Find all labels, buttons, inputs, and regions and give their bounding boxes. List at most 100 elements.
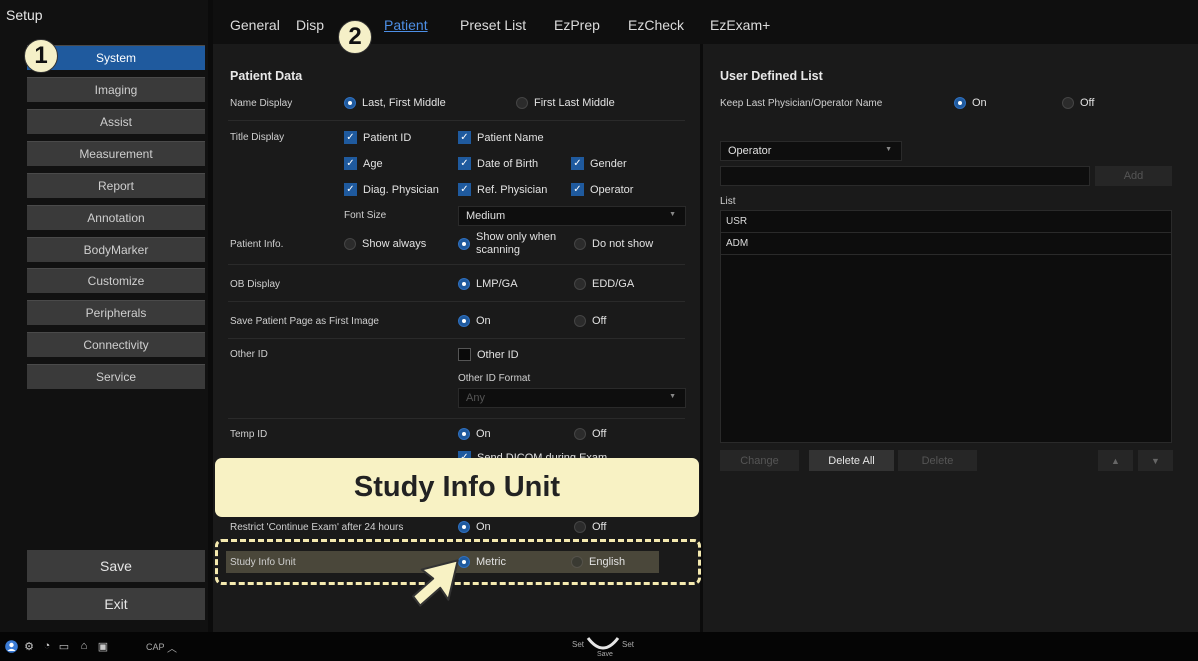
sidebar-item-assist[interactable]: Assist bbox=[27, 109, 205, 134]
font-size-select[interactable]: Medium ▼ bbox=[458, 206, 686, 226]
trackball-icon bbox=[586, 637, 620, 650]
clock-icon: ◔ bbox=[43, 640, 51, 652]
ob-display-option-2[interactable]: EDD/GA bbox=[574, 278, 634, 290]
option-label: Off bbox=[592, 521, 607, 533]
user-defined-list-title: User Defined List bbox=[720, 69, 823, 83]
checkmark-icon: ✓ bbox=[571, 183, 584, 196]
option-label: Do not show bbox=[592, 238, 654, 250]
sidebar-item-customize[interactable]: Customize bbox=[27, 268, 205, 293]
save-button[interactable]: Save bbox=[27, 550, 205, 582]
checkmark-icon: ✓ bbox=[344, 157, 357, 170]
patient-info-option-3[interactable]: Do not show bbox=[574, 238, 653, 250]
save-first-image-option-on[interactable]: On bbox=[458, 315, 491, 327]
delete-all-button[interactable]: Delete All bbox=[809, 450, 894, 471]
move-up-button[interactable]: ▲ bbox=[1098, 450, 1133, 471]
set-left-label: Set bbox=[572, 640, 585, 649]
date-of-birth-checkbox[interactable]: ✓ Date of Birth bbox=[458, 157, 538, 170]
option-label: Gender bbox=[590, 157, 627, 170]
sidebar-item-peripherals[interactable]: Peripherals bbox=[27, 300, 205, 325]
sidebar-item-measurement[interactable]: Measurement bbox=[27, 141, 205, 166]
option-label: Age bbox=[363, 157, 383, 170]
radio-icon bbox=[344, 238, 356, 250]
tab-general[interactable]: General bbox=[230, 17, 280, 33]
list-entry-input[interactable] bbox=[720, 166, 1090, 186]
diag-physician-checkbox[interactable]: ✓ Diag. Physician bbox=[344, 183, 439, 196]
other-id-checkbox[interactable]: Other ID bbox=[458, 348, 519, 361]
tab-ezexam[interactable]: EzExam+ bbox=[710, 17, 770, 33]
patient-info-option-1[interactable]: Show always bbox=[344, 238, 426, 250]
temp-id-option-on[interactable]: On bbox=[458, 428, 491, 440]
radio-icon bbox=[574, 428, 586, 440]
patient-name-checkbox[interactable]: ✓ Patient Name bbox=[458, 131, 544, 144]
keep-last-option-off[interactable]: Off bbox=[1062, 97, 1094, 109]
patient-info-option-2[interactable]: Show only when scanning bbox=[458, 231, 556, 257]
option-label: Off bbox=[1080, 97, 1095, 109]
divider bbox=[228, 338, 685, 339]
radio-icon bbox=[574, 521, 586, 533]
sidebar-item-report[interactable]: Report bbox=[27, 173, 205, 198]
move-down-button[interactable]: ▼ bbox=[1138, 450, 1173, 471]
keep-last-option-on[interactable]: On bbox=[954, 97, 987, 109]
delete-button[interactable]: Delete bbox=[898, 450, 977, 471]
tab-ezprep[interactable]: EzPrep bbox=[554, 17, 600, 33]
sidebar-item-imaging[interactable]: Imaging bbox=[27, 77, 205, 102]
tab-ezcheck[interactable]: EzCheck bbox=[628, 17, 684, 33]
chevron-up-icon[interactable]: ︿ bbox=[167, 640, 177, 655]
list-item[interactable]: ADM bbox=[720, 233, 1172, 255]
save-sub-label: Save bbox=[597, 651, 613, 658]
option-label: On bbox=[476, 521, 491, 533]
option-label: Off bbox=[592, 428, 607, 440]
other-id-format-select[interactable]: Any ▼ bbox=[458, 388, 686, 408]
option-label: Patient Name bbox=[477, 131, 544, 144]
radio-icon bbox=[574, 278, 586, 290]
age-checkbox[interactable]: ✓ Age bbox=[344, 157, 383, 170]
pointer-arrow-icon bbox=[412, 559, 459, 607]
radio-icon bbox=[1062, 97, 1074, 109]
radio-selected-icon bbox=[458, 238, 470, 250]
caps-lock-indicator: CAP bbox=[146, 642, 165, 652]
radio-icon bbox=[516, 97, 528, 109]
sidebar-item-annotation[interactable]: Annotation bbox=[27, 205, 205, 230]
option-label: First Last Middle bbox=[534, 97, 615, 109]
exit-button[interactable]: Exit bbox=[27, 588, 205, 620]
storage-off-icon: ▭ bbox=[58, 640, 70, 653]
category-select[interactable]: Operator ▼ bbox=[720, 141, 902, 161]
restrict-continue-label: Restrict 'Continue Exam' after 24 hours bbox=[230, 522, 404, 533]
divider bbox=[228, 264, 685, 265]
checkmark-icon: ✓ bbox=[458, 157, 471, 170]
name-display-option-2[interactable]: First Last Middle bbox=[516, 97, 615, 109]
temp-id-option-off[interactable]: Off bbox=[574, 428, 606, 440]
option-label: Last, First Middle bbox=[362, 97, 446, 109]
sidebar-item-connectivity[interactable]: Connectivity bbox=[27, 332, 205, 357]
chevron-down-icon: ▼ bbox=[669, 211, 676, 218]
restrict-continue-option-on[interactable]: On bbox=[458, 521, 491, 533]
patient-info-label: Patient Info. bbox=[230, 239, 284, 250]
chevron-down-icon: ▼ bbox=[669, 393, 676, 400]
radio-selected-icon bbox=[458, 315, 470, 327]
sidebar-item-service[interactable]: Service bbox=[27, 364, 205, 389]
step-badge-2: 2 bbox=[338, 20, 372, 54]
ref-physician-checkbox[interactable]: ✓ Ref. Physician bbox=[458, 183, 547, 196]
arrow-up-icon: ▲ bbox=[1111, 455, 1120, 466]
option-label: LMP/GA bbox=[476, 278, 518, 290]
tab-display[interactable]: Disp bbox=[296, 17, 324, 33]
change-button[interactable]: Change bbox=[720, 450, 799, 471]
option-label-line-1: Show only when bbox=[476, 231, 557, 243]
operator-checkbox[interactable]: ✓ Operator bbox=[571, 183, 633, 196]
sidebar-item-bodymarker[interactable]: BodyMarker bbox=[27, 237, 205, 262]
radio-selected-icon bbox=[954, 97, 966, 109]
other-id-label: Other ID bbox=[230, 349, 268, 360]
tab-preset-list[interactable]: Preset List bbox=[460, 17, 526, 33]
checkmark-icon: ✓ bbox=[571, 157, 584, 170]
name-display-option-1[interactable]: Last, First Middle bbox=[344, 97, 446, 109]
patient-id-checkbox[interactable]: ✓ Patient ID bbox=[344, 131, 411, 144]
restrict-continue-option-off[interactable]: Off bbox=[574, 521, 606, 533]
temp-id-label: Temp ID bbox=[230, 429, 268, 440]
user-icon[interactable] bbox=[4, 639, 18, 653]
gender-checkbox[interactable]: ✓ Gender bbox=[571, 157, 627, 170]
list-item[interactable]: USR bbox=[720, 211, 1172, 233]
ob-display-option-1[interactable]: LMP/GA bbox=[458, 278, 518, 290]
add-button[interactable]: Add bbox=[1095, 166, 1172, 186]
tab-patient[interactable]: Patient bbox=[384, 17, 428, 33]
save-first-image-option-off[interactable]: Off bbox=[574, 315, 606, 327]
